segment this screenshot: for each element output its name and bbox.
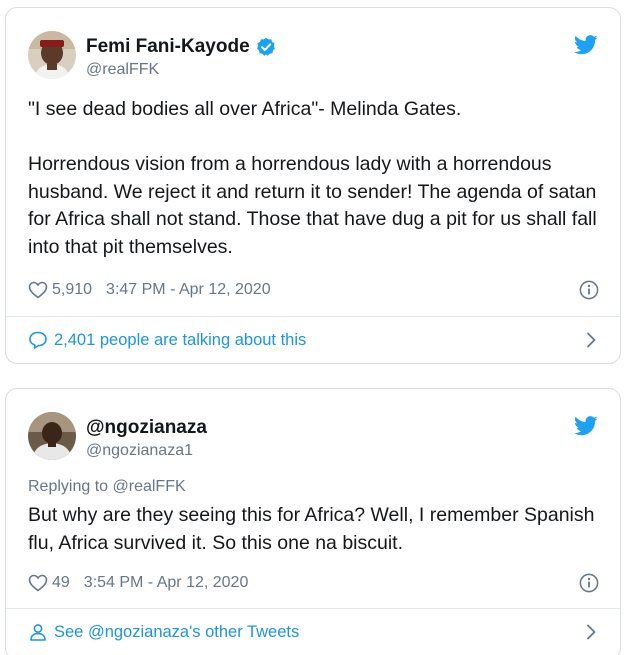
info-icon[interactable] bbox=[578, 572, 600, 594]
info-icon[interactable] bbox=[578, 279, 600, 301]
like-count[interactable]: 5,910 bbox=[52, 281, 92, 299]
handle[interactable]: @realFFK bbox=[86, 59, 276, 81]
divider bbox=[6, 316, 620, 317]
tweet-text: "I see dead bodies all over Africa"- Mel… bbox=[28, 98, 597, 258]
tweet-text: But why are they seeing this for Africa?… bbox=[28, 504, 595, 554]
tweet-meta: 49 3:54 PM - Apr 12, 2020 bbox=[28, 571, 600, 595]
timestamp[interactable]: 3:54 PM - Apr 12, 2020 bbox=[84, 574, 249, 592]
avatar[interactable] bbox=[28, 412, 76, 460]
author-info: Femi Fani-Kayode @realFFK bbox=[86, 36, 276, 81]
twitter-bird-icon[interactable] bbox=[574, 416, 598, 436]
person-icon bbox=[28, 622, 48, 642]
display-name[interactable]: Femi Fani-Kayode bbox=[86, 36, 250, 58]
conversation-link-text[interactable]: 2,401 people are talking about this bbox=[54, 331, 306, 350]
tweet-header: Femi Fani-Kayode @realFFK bbox=[28, 31, 598, 81]
tweet-header: @ngozianaza @ngozianaza1 bbox=[28, 412, 598, 462]
other-tweets-link[interactable]: See @ngozianaza's other Tweets bbox=[28, 619, 600, 645]
verified-badge-icon bbox=[256, 37, 276, 57]
handle[interactable]: @ngozianaza1 bbox=[86, 440, 207, 462]
replying-to[interactable]: Replying to @realFFK bbox=[28, 478, 186, 496]
chevron-right-icon[interactable] bbox=[584, 331, 598, 349]
speech-bubble-icon bbox=[28, 330, 48, 350]
like-count[interactable]: 49 bbox=[52, 574, 70, 592]
heart-icon[interactable] bbox=[28, 573, 48, 593]
conversation-link[interactable]: 2,401 people are talking about this bbox=[28, 327, 600, 353]
other-tweets-link-text[interactable]: See @ngozianaza's other Tweets bbox=[54, 623, 299, 642]
chevron-right-icon[interactable] bbox=[584, 623, 598, 641]
tweet-meta: 5,910 3:47 PM - Apr 12, 2020 bbox=[28, 278, 600, 302]
twitter-bird-icon[interactable] bbox=[574, 35, 598, 55]
tweet-card[interactable]: @ngozianaza @ngozianaza1 Replying to @re… bbox=[5, 388, 621, 655]
author-info: @ngozianaza @ngozianaza1 bbox=[86, 417, 207, 462]
heart-icon[interactable] bbox=[28, 280, 48, 300]
divider bbox=[6, 608, 620, 609]
timestamp[interactable]: 3:47 PM - Apr 12, 2020 bbox=[106, 281, 271, 299]
tweet-card[interactable]: Femi Fani-Kayode @realFFK "I see dead bo… bbox=[5, 7, 621, 364]
avatar[interactable] bbox=[28, 31, 76, 79]
display-name[interactable]: @ngozianaza bbox=[86, 417, 207, 439]
